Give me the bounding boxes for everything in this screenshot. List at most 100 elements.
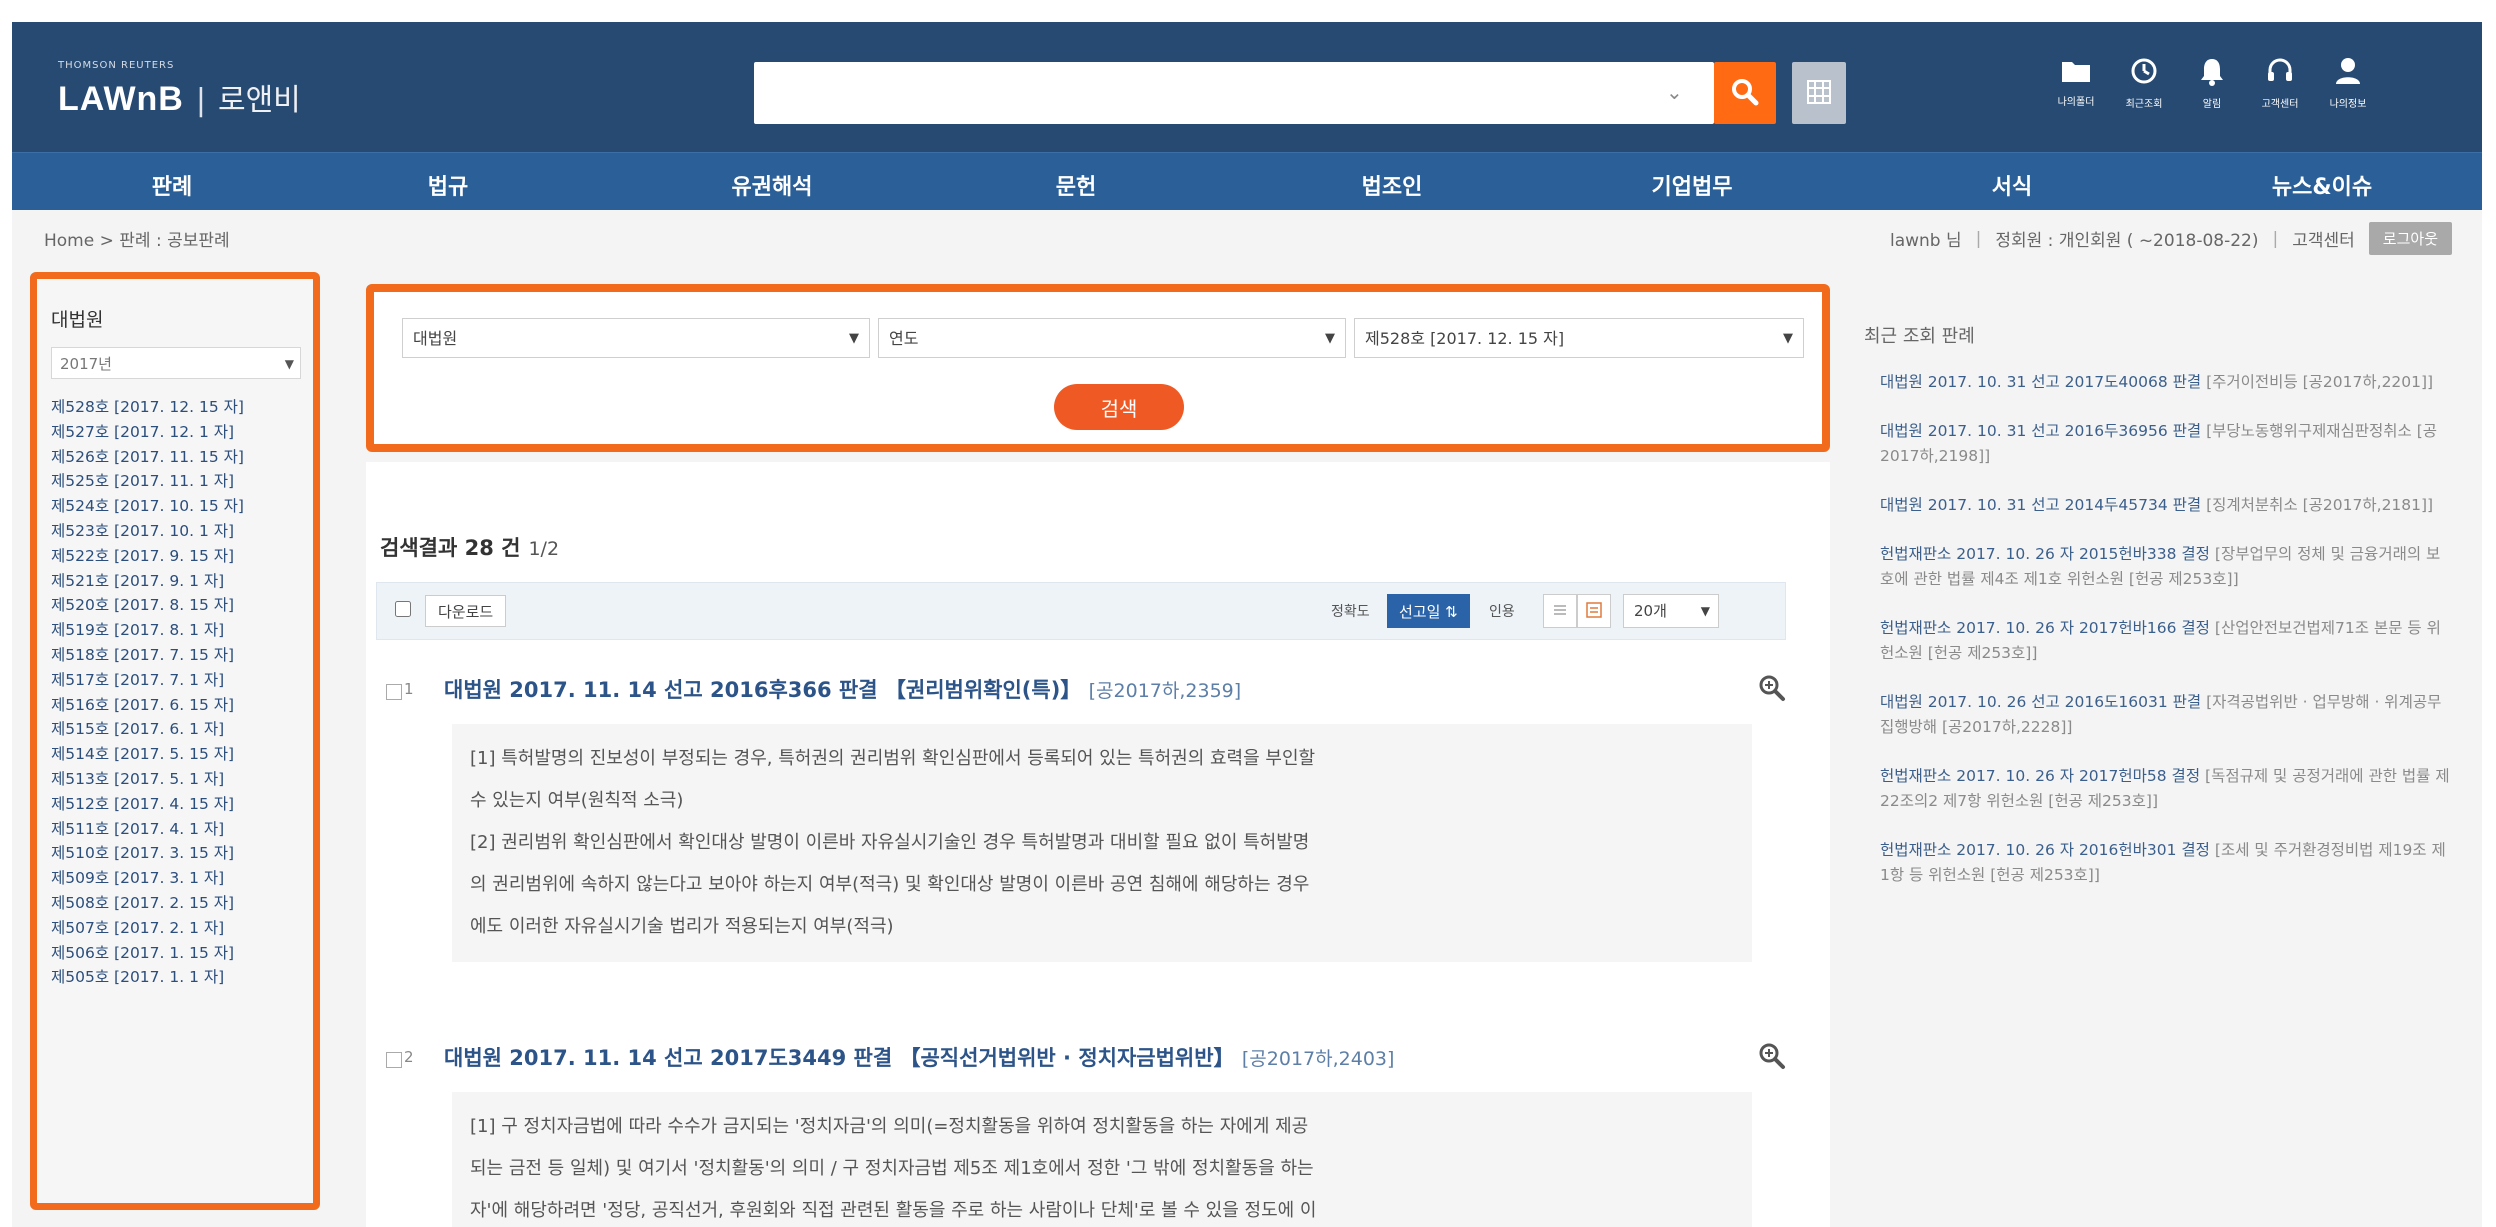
court-select[interactable]: 대법원 ▼ (402, 318, 870, 358)
utility-bar: Home > 판례 : 공보판례 lawnb 님 | 정회원 : 개인회원 ( … (12, 210, 2482, 264)
issue-item[interactable]: 제527호 [2017. 12. 1 자] (51, 420, 244, 445)
recent-item-title[interactable]: 대법원 2017. 10. 31 선고 2017도40068 판결 (1880, 373, 2201, 391)
customer-center-button[interactable]: 고객센터 (2250, 56, 2310, 111)
membership-info: 정회원 : 개인회원 ( ~2018-08-22) (1995, 231, 2259, 251)
nav-item-news[interactable]: 뉴스&이슈 (2272, 169, 2372, 201)
result-count: 검색결과 28 건 1/2 (380, 532, 559, 562)
recent-item[interactable]: 헌법재판소 2017. 10. 26 자 2015헌바338 결정 [장부업무의… (1880, 542, 2450, 592)
recent-item-title[interactable]: 대법원 2017. 10. 31 선고 2016두36956 판결 (1880, 422, 2201, 440)
issue-item[interactable]: 제519호 [2017. 8. 1 자] (51, 618, 244, 643)
search-button[interactable] (1714, 62, 1776, 124)
result-checkbox[interactable] (386, 684, 402, 700)
folder-icon (2062, 62, 2090, 82)
my-folder-button[interactable]: 나의폴더 (2046, 56, 2106, 109)
sort-date-button[interactable]: 선고일 ⇅ (1387, 594, 1470, 628)
result-title[interactable]: 대법원 2017. 11. 14 선고 2016후366 판결 【권리범위확인(… (444, 674, 1241, 704)
detail-view-icon (1586, 601, 1602, 618)
notification-button[interactable]: 알림 (2182, 56, 2242, 111)
preview-button[interactable] (1758, 1042, 1786, 1074)
issue-item[interactable]: 제507호 [2017. 2. 1 자] (51, 916, 244, 941)
chevron-down-icon: ▼ (1700, 604, 1710, 618)
recent-item-title[interactable]: 대법원 2017. 10. 26 선고 2016도16031 판결 (1880, 693, 2201, 711)
brand-separator: | (195, 83, 206, 118)
recent-item[interactable]: 대법원 2017. 10. 31 선고 2016두36956 판결 [부당노동행… (1880, 419, 2450, 469)
issue-item[interactable]: 제506호 [2017. 1. 15 자] (51, 941, 244, 966)
recent-item-title[interactable]: 헌법재판소 2017. 10. 26 자 2016헌바301 결정 (1880, 841, 2210, 859)
browser-frame: THOMSON REUTERS LAWnB | 로앤비 ⌄ 나의폴더 최근조회 … (12, 22, 2482, 1227)
year-filter-select[interactable]: 연도 ▼ (878, 318, 1346, 358)
issue-item[interactable]: 제513호 [2017. 5. 1 자] (51, 767, 244, 792)
issue-item[interactable]: 제517호 [2017. 7. 1 자] (51, 668, 244, 693)
nav-item-laws[interactable]: 법규 (428, 169, 468, 201)
recent-item[interactable]: 헌법재판소 2017. 10. 26 자 2017헌마58 결정 [독점규제 및… (1880, 764, 2450, 814)
result-number: 1 (404, 680, 414, 698)
recent-item-title[interactable]: 헌법재판소 2017. 10. 26 자 2017헌바166 결정 (1880, 619, 2210, 637)
issue-item[interactable]: 제510호 [2017. 3. 15 자] (51, 841, 244, 866)
issue-item[interactable]: 제521호 [2017. 9. 1 자] (51, 569, 244, 594)
site-logo[interactable]: THOMSON REUTERS LAWnB | 로앤비 (58, 60, 301, 119)
clock-icon (2131, 58, 2157, 84)
result-title-text[interactable]: 대법원 2017. 11. 14 선고 2016후366 판결 【권리범위확인(… (444, 678, 1081, 702)
filter-search-button[interactable]: 검색 (1054, 384, 1184, 430)
top-header: THOMSON REUTERS LAWnB | 로앤비 ⌄ 나의폴더 최근조회 … (12, 22, 2482, 152)
result-checkbox[interactable] (386, 1052, 402, 1068)
recent-label: 최근조회 (2125, 99, 2163, 110)
nav-item-forms[interactable]: 서식 (1992, 169, 2032, 201)
issue-item[interactable]: 제528호 [2017. 12. 15 자] (51, 395, 244, 420)
recent-item-title[interactable]: 헌법재판소 2017. 10. 26 자 2015헌바338 결정 (1880, 545, 2210, 563)
recent-item[interactable]: 대법원 2017. 10. 31 선고 2014두45734 판결 [징계처분취… (1880, 493, 2450, 518)
issue-item[interactable]: 제526호 [2017. 11. 15 자] (51, 445, 244, 470)
preview-button[interactable] (1758, 674, 1786, 706)
chevron-down-icon: ▼ (849, 331, 859, 346)
result-title[interactable]: 대법원 2017. 11. 14 선고 2017도3449 판결 【공직선거법위… (444, 1042, 1394, 1072)
issue-item[interactable]: 제505호 [2017. 1. 1 자] (51, 965, 244, 990)
issue-item[interactable]: 제511호 [2017. 4. 1 자] (51, 817, 244, 842)
nav-item-lawyers[interactable]: 법조인 (1362, 169, 1423, 201)
issue-item[interactable]: 제524호 [2017. 10. 15 자] (51, 494, 244, 519)
logout-button[interactable]: 로그아웃 (2368, 222, 2452, 255)
issue-item[interactable]: 제520호 [2017. 8. 15 자] (51, 593, 244, 618)
result-title-text[interactable]: 대법원 2017. 11. 14 선고 2017도3449 판결 【공직선거법위… (444, 1046, 1235, 1070)
recent-item[interactable]: 헌법재판소 2017. 10. 26 자 2016헌바301 결정 [조세 및 … (1880, 838, 2450, 888)
recent-item-title[interactable]: 헌법재판소 2017. 10. 26 자 2017헌마58 결정 (1880, 767, 2200, 785)
divider: | (1975, 228, 1982, 249)
recent-item-title[interactable]: 대법원 2017. 10. 31 선고 2014두45734 판결 (1880, 496, 2201, 514)
issue-item[interactable]: 제515호 [2017. 6. 1 자] (51, 717, 244, 742)
recent-view-button[interactable]: 최근조회 (2114, 56, 2174, 111)
recent-title: 최근 조회 판례 (1864, 326, 1975, 347)
year-filter-value: 연도 (889, 329, 919, 348)
nav-item-interpretations[interactable]: 유권해석 (732, 169, 813, 201)
issue-item[interactable]: 제522호 [2017. 9. 15 자] (51, 544, 244, 569)
issue-item[interactable]: 제512호 [2017. 4. 15 자] (51, 792, 244, 817)
issue-item[interactable]: 제514호 [2017. 5. 15 자] (51, 742, 244, 767)
view-summary-button[interactable] (1543, 594, 1577, 628)
recent-item[interactable]: 대법원 2017. 10. 31 선고 2017도40068 판결 [주거이전비… (1880, 370, 2450, 395)
issue-item[interactable]: 제508호 [2017. 2. 15 자] (51, 891, 244, 916)
view-detail-button[interactable] (1577, 594, 1611, 628)
sort-accuracy[interactable]: 정확도 (1331, 601, 1370, 621)
per-page-select[interactable]: 20개 ▼ (1623, 594, 1719, 628)
global-search-input[interactable]: ⌄ (754, 62, 1714, 124)
select-all-checkbox[interactable] (395, 601, 411, 617)
issue-item[interactable]: 제525호 [2017. 11. 1 자] (51, 469, 244, 494)
customer-center-link[interactable]: 고객센터 (2292, 226, 2355, 251)
search-dropdown-icon[interactable]: ⌄ (1666, 80, 1683, 104)
download-button[interactable]: 다운로드 (425, 595, 507, 627)
nav-item-corporate[interactable]: 기업법무 (1652, 169, 1733, 201)
issue-select[interactable]: 제528호 [2017. 12. 15 자] ▼ (1354, 318, 1804, 358)
issue-item[interactable]: 제509호 [2017. 3. 1 자] (51, 866, 244, 891)
grid-icon (1807, 79, 1831, 104)
nav-item-cases[interactable]: 판례 (152, 169, 192, 201)
breadcrumb[interactable]: Home > 판례 : 공보판례 (44, 226, 230, 251)
result-item: 2 대법원 2017. 11. 14 선고 2017도3449 판결 【공직선거… (376, 1040, 1786, 1227)
my-info-button[interactable]: 나의정보 (2318, 56, 2378, 111)
sort-citation[interactable]: 인용 (1489, 601, 1515, 621)
year-select[interactable]: 2017년 ▼ (51, 347, 301, 379)
issue-item[interactable]: 제523호 [2017. 10. 1 자] (51, 519, 244, 544)
nav-item-literature[interactable]: 문헌 (1056, 169, 1096, 201)
recent-item[interactable]: 헌법재판소 2017. 10. 26 자 2017헌바166 결정 [산업안전보… (1880, 616, 2450, 666)
issue-item[interactable]: 제518호 [2017. 7. 15 자] (51, 643, 244, 668)
recent-item[interactable]: 대법원 2017. 10. 26 선고 2016도16031 판결 [자격공법위… (1880, 690, 2450, 740)
issue-item[interactable]: 제516호 [2017. 6. 15 자] (51, 693, 244, 718)
detail-search-button[interactable] (1792, 62, 1846, 124)
